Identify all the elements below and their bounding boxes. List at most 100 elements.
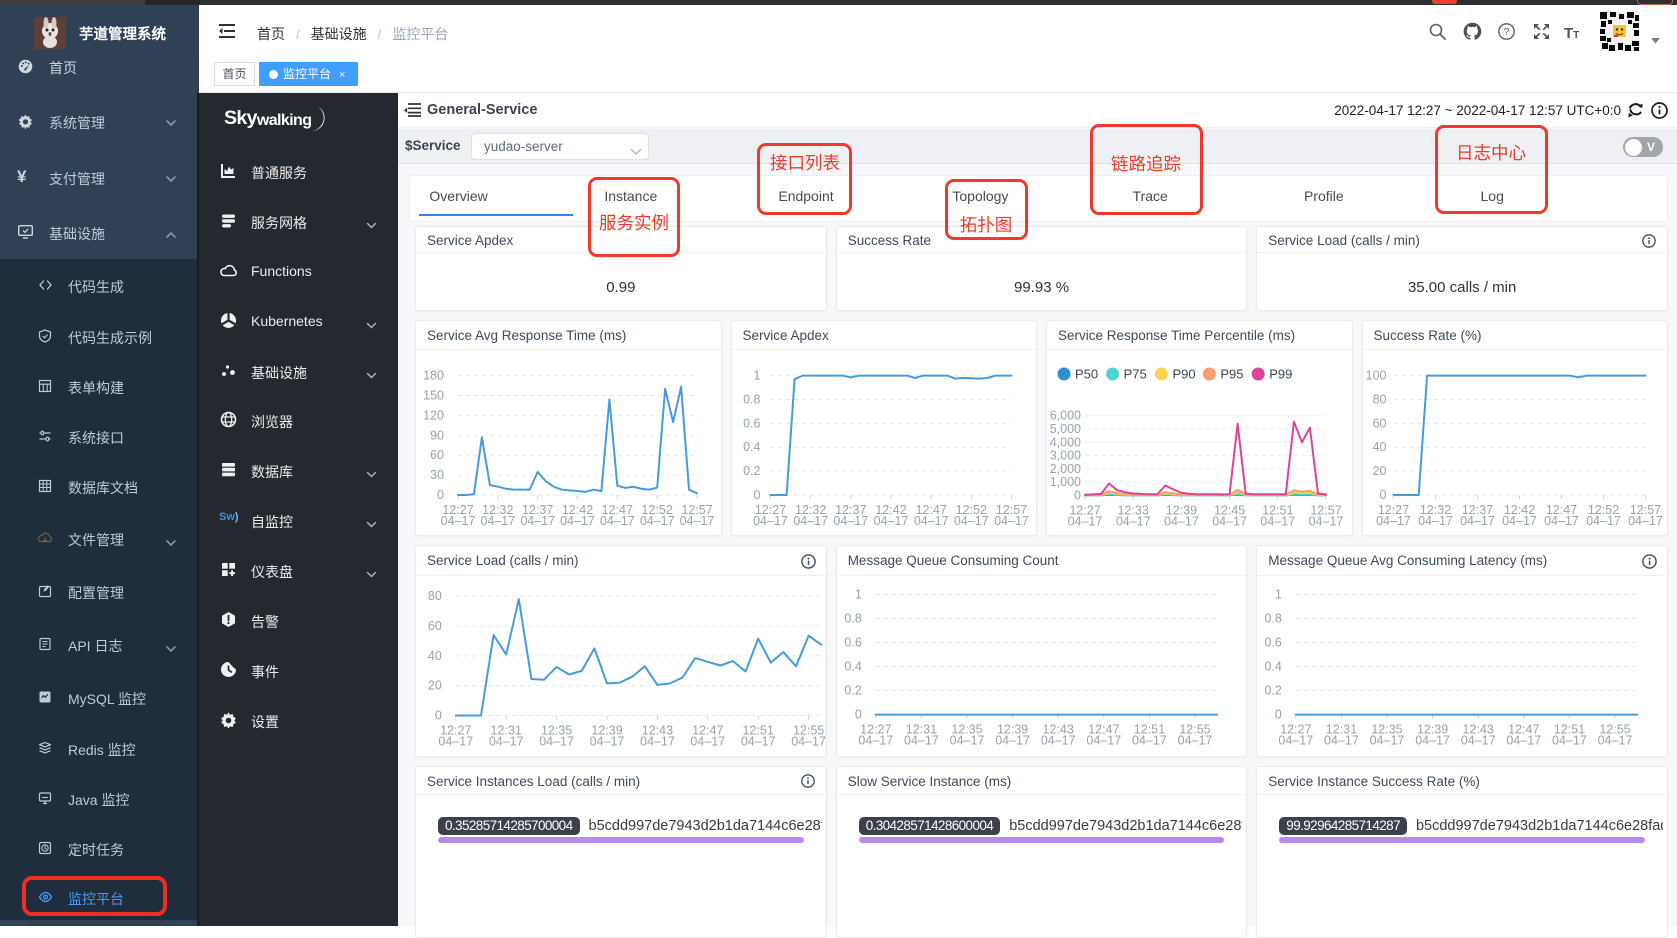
svg-text:120: 120 — [423, 408, 444, 422]
svg-text:04–17: 04–17 — [904, 734, 939, 748]
svg-text:20: 20 — [1372, 464, 1386, 478]
svg-text:04–17: 04–17 — [1212, 515, 1247, 529]
svg-text:0.4: 0.4 — [743, 440, 760, 454]
svg-text:180: 180 — [423, 369, 444, 383]
svg-text:?: ? — [1504, 26, 1510, 38]
svg-text:0: 0 — [437, 488, 444, 502]
svg-text:0.6: 0.6 — [1265, 636, 1282, 650]
svg-text:0.2: 0.2 — [844, 684, 861, 698]
svg-text:04–17: 04–17 — [1309, 515, 1344, 529]
svg-text:0.8: 0.8 — [1265, 611, 1282, 625]
svg-text:04–17: 04–17 — [1041, 734, 1076, 748]
svg-text:3,000: 3,000 — [1050, 449, 1081, 463]
svg-text:40: 40 — [428, 649, 442, 663]
svg-text:2,000: 2,000 — [1050, 462, 1081, 476]
svg-text:0: 0 — [435, 709, 442, 723]
svg-text:04–17: 04–17 — [1132, 734, 1167, 748]
svg-text:04–17: 04–17 — [1628, 514, 1663, 528]
svg-text:30: 30 — [430, 468, 444, 482]
svg-text:04–17: 04–17 — [1507, 734, 1542, 748]
svg-text:04–17: 04–17 — [1418, 514, 1453, 528]
svg-text:P99: P99 — [1269, 367, 1292, 382]
svg-text:04–17: 04–17 — [949, 734, 984, 748]
svg-text:04–17: 04–17 — [1068, 515, 1103, 529]
svg-text:0: 0 — [855, 708, 862, 722]
svg-text:04–17: 04–17 — [539, 735, 574, 749]
svg-text:1: 1 — [753, 369, 760, 383]
svg-text:04–17: 04–17 — [995, 734, 1030, 748]
svg-text:6,000: 6,000 — [1050, 409, 1081, 423]
svg-text:0.4: 0.4 — [844, 660, 861, 674]
svg-text:0: 0 — [753, 488, 760, 502]
svg-text:100: 100 — [1365, 369, 1386, 383]
svg-text:04–17: 04–17 — [441, 514, 476, 528]
svg-text:1,000: 1,000 — [1050, 475, 1081, 489]
svg-text:04–17: 04–17 — [1376, 514, 1411, 528]
svg-text:60: 60 — [430, 448, 444, 462]
svg-text:04–17: 04–17 — [1164, 515, 1199, 529]
svg-text:04–17: 04–17 — [1552, 734, 1587, 748]
svg-text:P95: P95 — [1220, 367, 1243, 382]
svg-text:0.8: 0.8 — [743, 393, 760, 407]
svg-text:80: 80 — [428, 589, 442, 603]
svg-text:P50: P50 — [1075, 367, 1098, 382]
svg-text:04–17: 04–17 — [994, 514, 1029, 528]
svg-text:04–17: 04–17 — [953, 514, 988, 528]
svg-text:04–17: 04–17 — [1598, 734, 1633, 748]
svg-text:04–17: 04–17 — [1544, 514, 1579, 528]
svg-text:0.6: 0.6 — [844, 636, 861, 650]
svg-text:04–17: 04–17 — [590, 735, 625, 749]
svg-text:4,000: 4,000 — [1050, 435, 1081, 449]
svg-text:04–17: 04–17 — [520, 514, 555, 528]
svg-text:04–17: 04–17 — [1279, 734, 1314, 748]
svg-text:P90: P90 — [1173, 367, 1196, 382]
svg-text:0: 0 — [1275, 708, 1282, 722]
svg-text:0: 0 — [1074, 489, 1081, 503]
svg-text:04–17: 04–17 — [1086, 734, 1121, 748]
svg-text:04–17: 04–17 — [680, 514, 715, 528]
svg-text:04–17: 04–17 — [1460, 514, 1495, 528]
svg-text:0.4: 0.4 — [1265, 660, 1282, 674]
svg-text:0.2: 0.2 — [743, 464, 760, 478]
svg-text:04–17: 04–17 — [1502, 514, 1537, 528]
svg-text:04–17: 04–17 — [1586, 514, 1621, 528]
svg-text:04–17: 04–17 — [640, 514, 675, 528]
svg-text:150: 150 — [423, 389, 444, 403]
svg-text:04–17: 04–17 — [489, 735, 524, 749]
svg-text:04–17: 04–17 — [793, 514, 828, 528]
svg-text:1: 1 — [1275, 587, 1282, 601]
svg-text:90: 90 — [430, 428, 444, 442]
svg-text:04–17: 04–17 — [753, 514, 788, 528]
svg-text:04–17: 04–17 — [640, 735, 675, 749]
svg-text:04–17: 04–17 — [1177, 734, 1212, 748]
svg-text:04–17: 04–17 — [1416, 734, 1451, 748]
svg-text:04–17: 04–17 — [741, 735, 776, 749]
svg-text:04–17: 04–17 — [600, 514, 635, 528]
svg-text:04–17: 04–17 — [438, 735, 473, 749]
svg-text:04–17: 04–17 — [833, 514, 868, 528]
svg-text:0.8: 0.8 — [844, 611, 861, 625]
svg-text:04–17: 04–17 — [913, 514, 948, 528]
svg-text:20: 20 — [428, 679, 442, 693]
svg-text:04–17: 04–17 — [858, 734, 893, 748]
svg-text:04–17: 04–17 — [1116, 515, 1151, 529]
svg-text:04–17: 04–17 — [560, 514, 595, 528]
svg-text:0.6: 0.6 — [743, 416, 760, 430]
svg-text:04–17: 04–17 — [1324, 734, 1359, 748]
svg-text:04–17: 04–17 — [480, 514, 515, 528]
svg-text:04–17: 04–17 — [1370, 734, 1405, 748]
svg-text:04–17: 04–17 — [873, 514, 908, 528]
svg-text:P75: P75 — [1124, 367, 1147, 382]
svg-text:0: 0 — [1379, 488, 1386, 502]
svg-text:04–17: 04–17 — [1461, 734, 1496, 748]
svg-text:1: 1 — [855, 587, 862, 601]
svg-text:04–17: 04–17 — [690, 735, 725, 749]
svg-text:60: 60 — [1372, 416, 1386, 430]
svg-text:04–17: 04–17 — [791, 735, 826, 749]
svg-text:0.2: 0.2 — [1265, 684, 1282, 698]
svg-text:80: 80 — [1372, 393, 1386, 407]
svg-text:5,000: 5,000 — [1050, 422, 1081, 436]
svg-text:04–17: 04–17 — [1260, 515, 1295, 529]
svg-text:40: 40 — [1372, 440, 1386, 454]
svg-text:60: 60 — [428, 619, 442, 633]
